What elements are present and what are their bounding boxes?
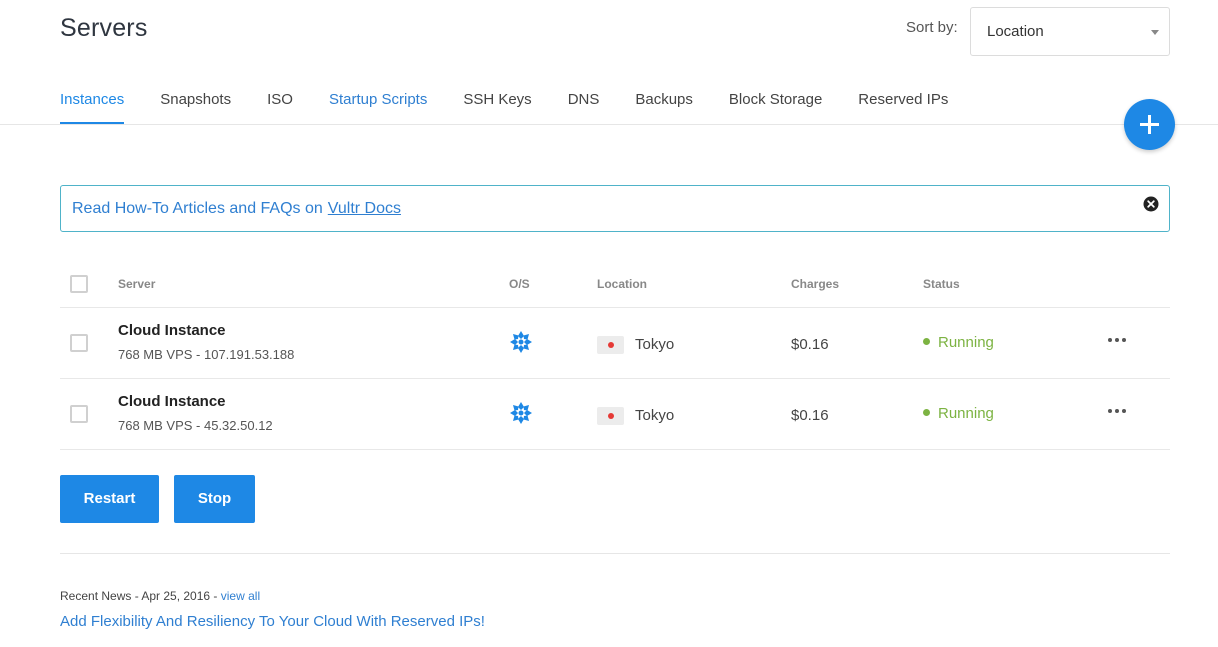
status-dot-icon [923,338,930,345]
row-checkbox[interactable] [70,405,88,423]
tabs-divider [0,124,1218,125]
tab-ssh-keys[interactable]: SSH Keys [463,85,531,125]
server-name[interactable]: Cloud Instance [118,393,226,410]
plus-icon [1140,115,1159,134]
more-options-icon[interactable] [1107,332,1127,346]
status-badge: Running [923,334,994,351]
add-server-button[interactable] [1124,99,1175,150]
status-text: Running [938,334,994,351]
row-checkbox[interactable] [70,334,88,352]
chevron-down-icon [1151,30,1159,35]
more-options-icon[interactable] [1107,403,1127,417]
status-dot-icon [923,409,930,416]
tab-bar: Instances Snapshots ISO Startup Scripts … [60,85,984,125]
tab-startup-scripts[interactable]: Startup Scripts [329,85,427,125]
server-charges: $0.16 [791,407,829,424]
vultr-docs-link[interactable]: Vultr Docs [328,200,401,217]
restart-button[interactable]: Restart [60,475,159,523]
header-location: Location [597,277,647,291]
tab-backups[interactable]: Backups [635,85,693,125]
servers-table: Server O/S Location Charges Status Cloud… [60,262,1170,450]
japan-flag-icon [597,336,624,354]
status-text: Running [938,405,994,422]
header-os: O/S [509,277,530,291]
tab-reserved-ips[interactable]: Reserved IPs [858,85,948,125]
os-logo-icon [510,331,532,353]
tab-iso[interactable]: ISO [267,85,293,125]
sort-label: Sort by: [906,19,958,36]
select-all-checkbox[interactable] [70,275,88,293]
page-title: Servers [60,14,148,42]
notice-text: Read How-To Articles and FAQs on [72,200,323,217]
table-row[interactable]: Cloud Instance 768 MB VPS - 45.32.50.12 … [60,379,1170,450]
table-header: Server O/S Location Charges Status [60,262,1170,308]
server-location: Tokyo [635,336,675,353]
table-row[interactable]: Cloud Instance 768 MB VPS - 107.191.53.1… [60,308,1170,379]
os-logo-icon [510,402,532,424]
tab-instances[interactable]: Instances [60,85,125,125]
docs-notice: Read How-To Articles and FAQs on Vultr Do… [60,185,1170,232]
server-name[interactable]: Cloud Instance [118,322,226,339]
header-status: Status [923,277,960,291]
news-meta-text: Recent News - Apr 25, 2016 - [60,589,218,603]
tab-dns[interactable]: DNS [568,85,600,125]
server-location: Tokyo [635,407,675,424]
server-charges: $0.16 [791,336,829,353]
server-description: 768 MB VPS - 107.191.53.188 [118,347,295,362]
stop-button[interactable]: Stop [174,475,255,523]
news-meta: Recent News - Apr 25, 2016 - view all [60,589,260,603]
status-badge: Running [923,405,994,422]
news-headline-link[interactable]: Add Flexibility And Resiliency To Your C… [60,613,485,630]
view-all-link[interactable]: view all [221,589,260,603]
footer-divider [60,553,1170,554]
header-server: Server [118,277,156,291]
server-description: 768 MB VPS - 45.32.50.12 [118,418,273,433]
japan-flag-icon [597,407,624,425]
header-charges: Charges [791,277,840,291]
tab-snapshots[interactable]: Snapshots [160,85,231,125]
sort-select[interactable]: Location [970,7,1170,56]
close-icon[interactable] [1143,196,1159,212]
sort-select-value: Location [987,23,1044,40]
tab-block-storage[interactable]: Block Storage [729,85,822,125]
